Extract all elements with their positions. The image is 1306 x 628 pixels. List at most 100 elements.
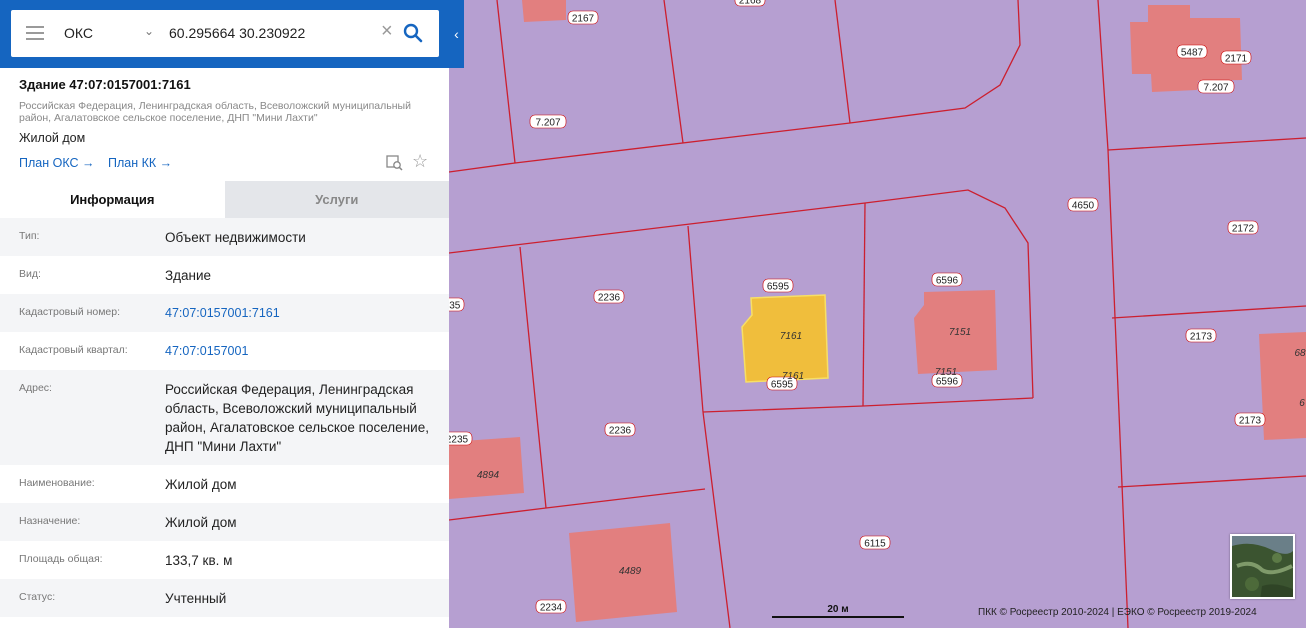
search-box: ОКС ⌄ 60.295664 30.230922 ×: [11, 10, 439, 57]
info-row-cadastral-number: Кадастровый номер: 47:07:0157001:7161: [0, 294, 449, 332]
plot-label: 2234: [535, 599, 567, 614]
svg-text:2172: 2172: [1232, 224, 1255, 235]
building-label: 7161: [780, 331, 802, 342]
svg-text:4650: 4650: [1072, 201, 1095, 212]
tab-services[interactable]: Услуги: [224, 181, 449, 218]
search-type-select[interactable]: ОКС: [64, 25, 93, 41]
building-label: 7161: [782, 371, 804, 382]
info-value: Здание: [165, 268, 212, 283]
info-value: 133,7 кв. м: [165, 553, 233, 568]
scale-label: 20 м: [827, 604, 849, 615]
view-on-map-icon[interactable]: [386, 155, 403, 171]
svg-text:2168: 2168: [739, 0, 762, 7]
info-key: Назначение:: [19, 515, 81, 527]
plot-labels: 2167 2168 5487 2171 7.207 7.207 4650 2172 2236 22…: [439, 0, 1266, 614]
plan-oks-link[interactable]: План ОКС →: [19, 156, 94, 170]
building-label: 68: [1294, 348, 1306, 359]
info-key: Кадастровый номер:: [19, 306, 121, 318]
svg-text:2173: 2173: [1190, 332, 1213, 343]
info-table: Тип: Объект недвижимости Вид: Здание Кад…: [0, 218, 449, 628]
plot-label: 2173: [1185, 328, 1217, 343]
basemap-switcher[interactable]: [1230, 534, 1295, 599]
side-panel: ОКС ⌄ 60.295664 30.230922 × Здание 47:07…: [0, 0, 449, 628]
object-kind: Жилой дом: [19, 131, 86, 145]
cadastral-number-link[interactable]: 47:07:0157001:7161: [165, 304, 440, 323]
menu-icon[interactable]: [26, 26, 44, 40]
plot-label: 2173: [1234, 412, 1266, 427]
building-label: 4894: [477, 470, 500, 481]
info-row-cadastral-quarter: Кадастровый квартал: 47:07:0157001: [0, 332, 449, 370]
info-value: Учтенный: [165, 591, 227, 606]
svg-text:2236: 2236: [609, 426, 632, 437]
svg-text:5487: 5487: [1181, 48, 1204, 59]
plot-label: 6115: [859, 535, 891, 550]
info-key: Площадь общая:: [19, 553, 103, 565]
svg-text:2236: 2236: [598, 293, 621, 304]
copyright-text: ПКК © Росреестр 2010-2024 | ЕЭКО © Росре…: [978, 607, 1257, 618]
plot-label: 4650: [1067, 197, 1099, 212]
search-bar: ОКС ⌄ 60.295664 30.230922 ×: [0, 0, 449, 68]
plot-label: 2236: [593, 289, 625, 304]
plan-kk-link[interactable]: План КК →: [108, 156, 172, 170]
building-label: 7151: [935, 367, 957, 378]
svg-text:2173: 2173: [1239, 416, 1262, 427]
info-key: Кадастровый квартал:: [19, 344, 128, 356]
plot-label: 2236: [604, 422, 636, 437]
building-label: 4489: [619, 566, 642, 577]
svg-text:6115: 6115: [864, 539, 886, 550]
search-icon[interactable]: [403, 23, 423, 43]
svg-text:6596: 6596: [936, 276, 959, 287]
svg-text:7.207: 7.207: [1203, 83, 1228, 94]
svg-text:2167: 2167: [572, 14, 595, 25]
info-row-kind: Вид: Здание: [0, 256, 449, 294]
info-value: Объект недвижимости: [165, 230, 306, 245]
svg-text:7.207: 7.207: [535, 118, 560, 129]
plot-label: 5487: [1176, 44, 1208, 59]
plot-label: 6595: [762, 278, 794, 293]
info-row-type: Тип: Объект недвижимости: [0, 218, 449, 256]
object-address: Российская Федерация, Ленинградская обла…: [19, 100, 411, 124]
svg-text:2171: 2171: [1225, 54, 1248, 65]
building-4894[interactable]: [449, 437, 524, 499]
info-value: Жилой дом: [165, 515, 237, 530]
info-value: Жилой дом: [165, 477, 237, 492]
buildings: [449, 0, 1306, 622]
svg-text:2235: 2235: [446, 435, 469, 446]
search-input[interactable]: 60.295664 30.230922: [169, 25, 305, 41]
building-label: 7151: [949, 327, 971, 338]
building-2167[interactable]: [522, 0, 566, 22]
object-title: Здание 47:07:0157001:7161: [19, 77, 191, 92]
info-key: Тип:: [19, 230, 40, 242]
collapse-panel-button[interactable]: ‹: [449, 0, 464, 68]
svg-text:6596: 6596: [936, 377, 959, 388]
info-key: Адрес:: [19, 382, 52, 394]
info-key: Наименование:: [19, 477, 95, 489]
plot-label: 2167: [567, 10, 599, 25]
info-key: Вид:: [19, 268, 41, 280]
cadastral-quarter-link[interactable]: 47:07:0157001: [165, 342, 440, 361]
chevron-down-icon[interactable]: ⌄: [144, 24, 154, 38]
info-value: Российская Федерация, Ленинградская обла…: [165, 382, 429, 454]
tab-information[interactable]: Информация: [0, 181, 225, 218]
info-row-purpose: Назначение: Жилой дом: [0, 503, 449, 541]
svg-text:6595: 6595: [767, 282, 790, 293]
info-key: Статус:: [19, 591, 56, 603]
info-row-status: Статус: Учтенный: [0, 579, 449, 617]
plot-label: 2172: [1227, 220, 1259, 235]
info-row-permitted: Разрешенное: [0, 617, 449, 628]
info-row-area: Площадь общая: 133,7 кв. м: [0, 541, 449, 579]
building-label: 6: [1299, 398, 1305, 409]
plot-label: 2171: [1220, 50, 1252, 65]
plot-label: 2168: [734, 0, 766, 7]
satellite-thumbnail-icon: [1232, 536, 1293, 597]
info-row-address: Адрес: Российская Федерация, Ленинградск…: [0, 370, 449, 465]
favorite-star-icon[interactable]: ☆: [412, 152, 428, 170]
plot-label: 7.207: [1197, 79, 1235, 94]
scale-line: [772, 616, 904, 618]
tab-bar: Информация Услуги: [0, 181, 449, 218]
clear-icon[interactable]: ×: [381, 21, 393, 41]
scale-bar: 20 м: [772, 604, 904, 618]
plot-label: 6596: [931, 272, 963, 287]
info-row-name: Наименование: Жилой дом: [0, 465, 449, 503]
svg-text:2234: 2234: [540, 603, 563, 614]
